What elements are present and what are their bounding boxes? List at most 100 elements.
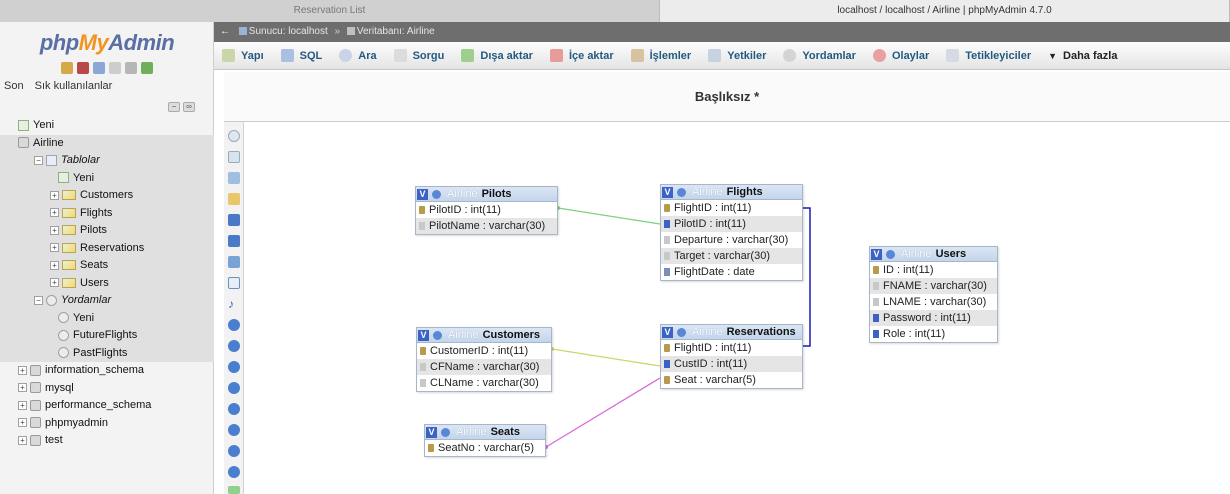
expand-icon[interactable]: + [50,260,59,270]
column-row[interactable]: Departure : varchar(30) [661,232,802,248]
tab-export[interactable]: Dışa aktar [453,42,542,70]
table-header[interactable]: V Airline Users [870,247,997,262]
column-row[interactable]: FlightID : int(11) [661,200,802,216]
tree-new-routine[interactable]: Yeni [0,309,214,327]
expand-icon[interactable]: + [50,208,59,218]
expand-icon[interactable]: + [50,278,59,288]
browser-tab-reservation-list[interactable]: Reservation List [0,0,660,22]
reload-icon[interactable] [141,62,153,74]
tree-new-database[interactable]: Yeni [0,117,214,135]
toggle-columns-icon[interactable]: V [418,329,429,341]
column-row[interactable]: ID : int(11) [870,262,997,278]
table-header[interactable]: V Airline Customers [417,328,551,343]
table-options-icon[interactable] [433,330,442,340]
tree-table-seats[interactable]: + Seats [0,257,214,275]
table-header[interactable]: V Airline Flights [661,185,802,200]
tree-table-reservations[interactable]: + Reservations [0,239,214,257]
designer-table-reservations[interactable]: V Airline Reservations FlightID : int(11)… [660,324,803,389]
browser-tab-phpmyadmin[interactable]: localhost / localhost / Airline | phpMyA… [660,0,1230,22]
snap-to-grid-icon[interactable] [228,382,240,394]
column-row[interactable]: PilotID : int(11) [416,202,557,218]
tree-table-users[interactable]: + Users [0,274,214,292]
tree-new-table[interactable]: Yeni [0,169,214,187]
column-row[interactable]: CLName : varchar(30) [417,375,551,391]
tree-routine-pastflights[interactable]: PastFlights [0,344,214,362]
delete-page-icon[interactable] [228,277,240,289]
designer-table-flights[interactable]: V Airline Flights FlightID : int(11) Pilo… [660,184,803,281]
column-row[interactable]: CustomerID : int(11) [417,343,551,359]
home-icon[interactable] [61,62,73,74]
expand-icon[interactable]: + [18,365,27,375]
save-as-icon[interactable] [228,235,240,247]
docs-icon[interactable] [93,62,105,74]
table-options-icon[interactable] [677,327,686,337]
breadcrumb-server[interactable]: Sunucu: localhost [249,26,328,37]
toggle-columns-icon[interactable]: V [871,248,882,260]
tree-group-tables[interactable]: − Tablolar [0,152,214,170]
column-row[interactable]: Role : int(11) [870,326,997,342]
phpmyadmin-logo[interactable]: phpMyAdmin [0,30,214,56]
tab-structure[interactable]: Yapı [214,42,273,70]
tree-db-test[interactable]: + test [0,432,214,450]
reload-icon[interactable] [228,319,240,331]
tab-triggers[interactable]: Tetikleyiciler [938,42,1040,70]
new-page-icon[interactable] [228,193,240,205]
favorites-tab[interactable]: Sık kullanılanlar [35,80,113,92]
expand-icon[interactable]: + [50,225,59,235]
tree-table-pilots[interactable]: + Pilots [0,222,214,240]
table-options-icon[interactable] [432,189,441,199]
open-page-icon[interactable] [228,256,240,268]
create-relationship-icon[interactable]: ♪ [228,298,240,310]
tab-sql[interactable]: SQL [273,42,332,70]
expand-icon[interactable]: + [18,400,27,410]
logout-icon[interactable] [77,62,89,74]
tree-table-customers[interactable]: + Customers [0,187,214,205]
table-options-icon[interactable] [886,249,895,259]
export-schema-icon[interactable] [228,445,240,457]
add-tables-icon[interactable] [228,172,240,184]
tab-privileges[interactable]: Yetkiler [700,42,775,70]
toggle-menu-icon[interactable] [228,130,240,142]
settings-icon[interactable] [125,62,137,74]
designer-table-pilots[interactable]: V Airline Pilots PilotID : int(11) PilotN… [415,186,558,235]
sql-docs-icon[interactable] [109,62,121,74]
help-icon[interactable] [228,340,240,352]
column-row[interactable]: Password : int(11) [870,310,997,326]
expand-icon[interactable]: + [18,435,27,445]
tab-operations[interactable]: İşlemler [623,42,701,70]
tab-routines[interactable]: Yordamlar [775,42,865,70]
table-header[interactable]: V Airline Seats [425,425,545,440]
tree-db-mysql[interactable]: + mysql [0,380,214,398]
back-arrow-icon[interactable]: ← [220,22,232,42]
move-menu-icon[interactable] [228,486,240,494]
column-row[interactable]: PilotName : varchar(30) [416,218,557,234]
link-with-main-icon[interactable]: ∞ [183,102,195,112]
column-row[interactable]: PilotID : int(11) [661,216,802,232]
toggle-columns-icon[interactable]: V [662,326,673,338]
toggle-columns-icon[interactable]: V [662,186,673,198]
recent-tab[interactable]: Son [4,80,24,92]
column-row[interactable]: CustID : int(11) [661,356,802,372]
tree-routine-futureflights[interactable]: FutureFlights [0,327,214,345]
expand-icon[interactable]: + [50,243,59,253]
tab-events[interactable]: Olaylar [865,42,938,70]
toggle-small-big-icon[interactable] [228,403,240,415]
column-row[interactable]: FNAME : varchar(30) [870,278,997,294]
column-row[interactable]: FlightID : int(11) [661,340,802,356]
tab-query[interactable]: Sorgu [386,42,454,70]
save-icon[interactable] [228,214,240,226]
column-row[interactable]: LNAME : varchar(30) [870,294,997,310]
build-query-icon[interactable] [228,466,240,478]
designer-table-customers[interactable]: V Airline Customers CustomerID : int(11) … [416,327,552,392]
tree-db-performance-schema[interactable]: + performance_schema [0,397,214,415]
expand-icon[interactable]: + [18,418,27,428]
fullscreen-icon[interactable] [228,151,240,163]
table-options-icon[interactable] [441,427,450,437]
designer-table-seats[interactable]: V Airline Seats SeatNo : varchar(5) [424,424,546,457]
tree-db-airline[interactable]: Airline [0,134,214,152]
table-options-icon[interactable] [677,187,686,197]
column-row[interactable]: Seat : varchar(5) [661,372,802,388]
tab-import[interactable]: İçe aktar [542,42,623,70]
tab-search[interactable]: Ara [331,42,385,70]
collapse-icon[interactable]: − [34,295,43,305]
